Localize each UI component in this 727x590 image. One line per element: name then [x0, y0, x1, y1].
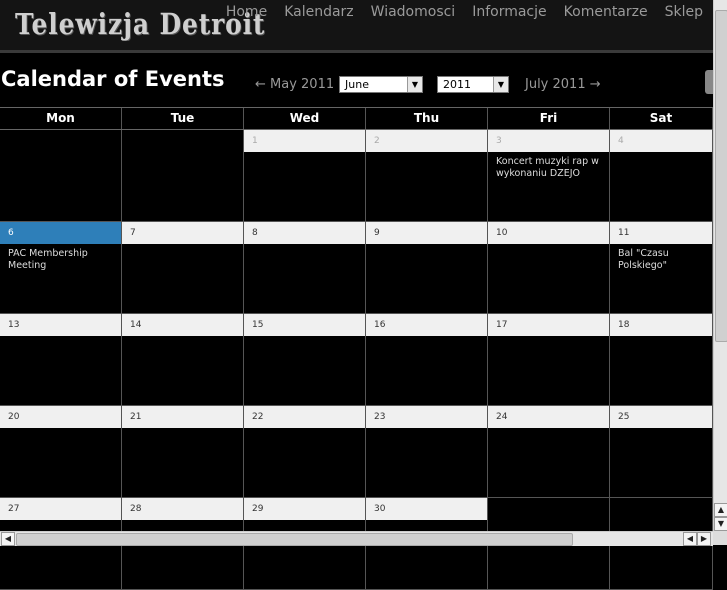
nav-wiadomosci[interactable]: Wiadomosci — [371, 4, 456, 20]
day-number: 16 — [366, 314, 487, 336]
calendar-weeks: 1 2 3 Koncert muzyki rap w wykonaniu DZEJO 4… — [0, 130, 713, 590]
day-number: 8 — [244, 222, 365, 244]
day-cell[interactable]: 4 — [610, 130, 713, 222]
day-number: 27 — [0, 498, 121, 520]
day-cell[interactable]: 23 — [366, 406, 488, 498]
day-cell[interactable]: 6 PAC Membership Meeting — [0, 222, 122, 314]
chevron-down-icon[interactable]: ▼ — [493, 77, 508, 92]
day-number: 4 — [610, 130, 712, 152]
day-number: 17 — [488, 314, 609, 336]
nav-komentarze[interactable]: Komentarze — [564, 4, 648, 20]
day-number: 2 — [366, 130, 487, 152]
day-number: 29 — [244, 498, 365, 520]
month-select[interactable]: June ▼ — [339, 76, 423, 93]
site-header: Telewizja Detroit Home Kalendarz Wiadomo… — [0, 0, 713, 53]
week-row: 13 14 15 16 17 18 — [0, 314, 713, 406]
day-number: 6 — [0, 222, 121, 244]
month-select-value: June — [345, 78, 369, 91]
week-row: 1 2 3 Koncert muzyki rap w wykonaniu DZEJO 4 — [0, 130, 713, 222]
horizontal-scroll-thumb[interactable] — [16, 533, 573, 546]
day-number: 13 — [0, 314, 121, 336]
day-cell[interactable]: 1 — [244, 130, 366, 222]
nav-sklep[interactable]: Sklep — [665, 4, 703, 20]
day-number: 15 — [244, 314, 365, 336]
day-number: 11 — [610, 222, 712, 244]
nav-home[interactable]: Home — [226, 4, 267, 20]
day-number: 22 — [244, 406, 365, 428]
event-link[interactable]: Bal "Czasu Polskiego" — [610, 244, 712, 276]
weekday-header: Sat — [610, 108, 713, 129]
day-cell[interactable]: 7 — [122, 222, 244, 314]
vertical-scrollbar[interactable]: ▲ ▼ — [713, 0, 727, 531]
day-cell[interactable]: 3 Koncert muzyki rap w wykonaniu DZEJO — [488, 130, 610, 222]
event-link[interactable]: Koncert muzyki rap w wykonaniu DZEJO — [488, 152, 609, 184]
day-number: 20 — [0, 406, 121, 428]
year-select-value: 2011 — [443, 78, 471, 91]
triangle-down-icon[interactable]: ▼ — [714, 517, 727, 531]
weekday-header: Fri — [488, 108, 610, 129]
weekday-header: Wed — [244, 108, 366, 129]
week-row: 6 PAC Membership Meeting 7 8 9 10 11 Bal "Czasu… — [0, 222, 713, 314]
day-number: 25 — [610, 406, 712, 428]
day-cell[interactable]: 18 — [610, 314, 713, 406]
day-number: 9 — [366, 222, 487, 244]
day-cell[interactable]: 11 Bal "Czasu Polskiego" — [610, 222, 713, 314]
day-cell[interactable]: 21 — [122, 406, 244, 498]
day-cell[interactable]: 25 — [610, 406, 713, 498]
day-number: 24 — [488, 406, 609, 428]
day-cell — [0, 130, 122, 222]
event-link[interactable]: PAC Membership Meeting — [0, 244, 121, 276]
day-cell[interactable]: 14 — [122, 314, 244, 406]
weekday-header: Tue — [122, 108, 244, 129]
main-nav: Home Kalendarz Wiadomosci Informacje Kom… — [209, 4, 703, 20]
day-number: 7 — [122, 222, 243, 244]
page-title: Calendar of Events — [1, 67, 225, 91]
scrollbar-corner — [713, 531, 727, 545]
vertical-scroll-thumb[interactable] — [715, 10, 727, 342]
day-cell[interactable]: 24 — [488, 406, 610, 498]
day-number: 23 — [366, 406, 487, 428]
weekday-header: Thu — [366, 108, 488, 129]
prev-month-link[interactable]: ← May 2011 — [255, 77, 334, 92]
day-cell[interactable]: 16 — [366, 314, 488, 406]
nav-informacje[interactable]: Informacje — [472, 4, 546, 20]
day-cell[interactable]: 2 — [366, 130, 488, 222]
weekday-header: Mon — [0, 108, 122, 129]
side-tab[interactable] — [705, 70, 713, 94]
day-number: 28 — [122, 498, 243, 520]
next-month-link[interactable]: July 2011 → — [525, 77, 601, 92]
triangle-left-icon[interactable]: ◀ — [683, 532, 697, 546]
week-row: 20 21 22 23 24 25 — [0, 406, 713, 498]
day-number: 14 — [122, 314, 243, 336]
day-cell[interactable]: 10 — [488, 222, 610, 314]
day-number: 3 — [488, 130, 609, 152]
day-cell[interactable]: 22 — [244, 406, 366, 498]
day-cell[interactable]: 8 — [244, 222, 366, 314]
day-number: 18 — [610, 314, 712, 336]
horizontal-scrollbar[interactable]: ◀ ◀ ▶ — [0, 531, 713, 546]
day-cell[interactable]: 15 — [244, 314, 366, 406]
day-number: 10 — [488, 222, 609, 244]
triangle-left-icon[interactable]: ◀ — [1, 532, 15, 546]
calendar-grid: Mon Tue Wed Thu Fri Sat 1 2 3 Koncert muzyki rap… — [0, 107, 713, 590]
nav-kalendarz[interactable]: Kalendarz — [284, 4, 353, 20]
day-cell[interactable]: 13 — [0, 314, 122, 406]
day-number: 30 — [366, 498, 487, 520]
weekday-header-row: Mon Tue Wed Thu Fri Sat — [0, 107, 713, 130]
day-cell[interactable]: 9 — [366, 222, 488, 314]
day-cell[interactable]: 20 — [0, 406, 122, 498]
triangle-up-icon[interactable]: ▲ — [714, 503, 727, 517]
day-cell[interactable]: 17 — [488, 314, 610, 406]
triangle-right-icon[interactable]: ▶ — [697, 532, 711, 546]
year-select[interactable]: 2011 ▼ — [437, 76, 509, 93]
chevron-down-icon[interactable]: ▼ — [407, 77, 422, 92]
day-number: 21 — [122, 406, 243, 428]
day-number: 1 — [244, 130, 365, 152]
day-cell — [122, 130, 244, 222]
